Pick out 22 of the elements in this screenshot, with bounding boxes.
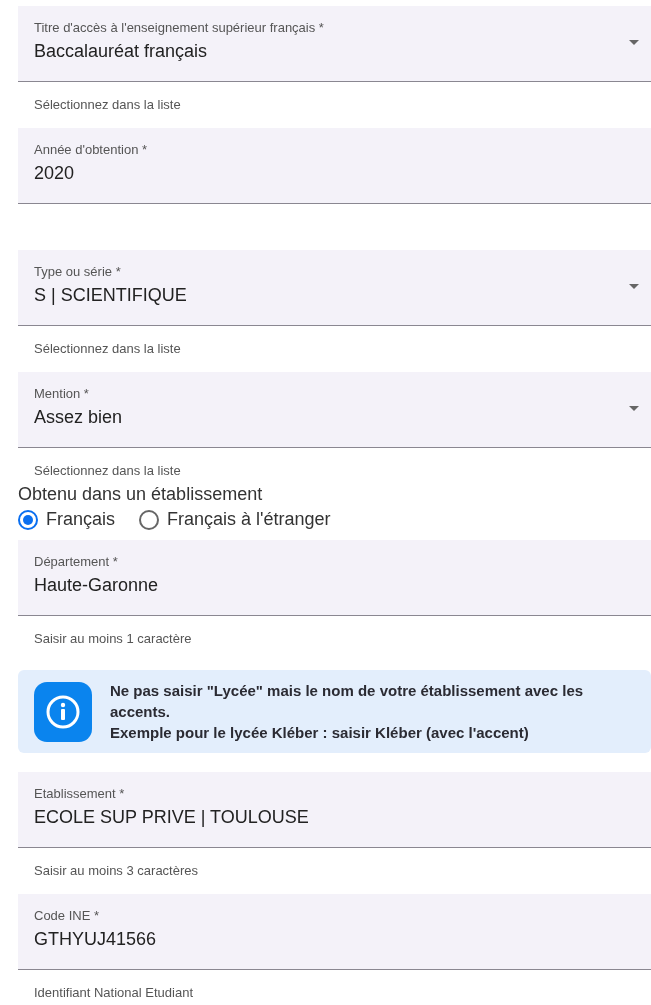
info-text: Ne pas saisir "Lycée" mais le nom de votre établissement avec les accents. (110, 681, 585, 722)
dropdown-field[interactable]: Type ou série * S | SCIENTIFIQUE (18, 250, 651, 326)
input-field[interactable]: Etablissement * ECOLE SUP PRIVE | TOULOUSE (18, 772, 651, 848)
info-icon (34, 681, 92, 742)
info-text: Exemple pour le lycée Kléber : saisir Kléber (avec l'accent) (110, 723, 530, 743)
helper-text: Saisir au moins 1 caractère (34, 631, 192, 646)
helper-text: Identifiant National Etudiant (34, 985, 193, 1000)
radio-option[interactable]: Français (18, 509, 116, 530)
input-field[interactable]: Code INE * GTHYUJ41566 (18, 894, 651, 970)
helper-text: Sélectionnez dans la liste (34, 341, 181, 356)
radio-option[interactable]: Français à l'étranger (139, 509, 331, 530)
helper-text: Sélectionnez dans la liste (34, 463, 181, 478)
dropdown-field[interactable]: Mention * Assez bien (18, 372, 651, 448)
helper-text: Sélectionnez dans la liste (34, 97, 181, 112)
dropdown-field[interactable]: Titre d'accès à l'enseignement supérieur français * Baccalauréat français (18, 6, 651, 82)
caret-icon (629, 284, 639, 289)
helper-text: Saisir au moins 3 caractères (34, 863, 198, 878)
input-field[interactable]: Département * Haute-Garonne (18, 540, 651, 616)
group-label: Obtenu dans un établissement (18, 484, 264, 505)
input-field[interactable]: Année d'obtention * 2020 (18, 128, 651, 204)
caret-icon (629, 40, 639, 45)
caret-icon (629, 406, 639, 411)
